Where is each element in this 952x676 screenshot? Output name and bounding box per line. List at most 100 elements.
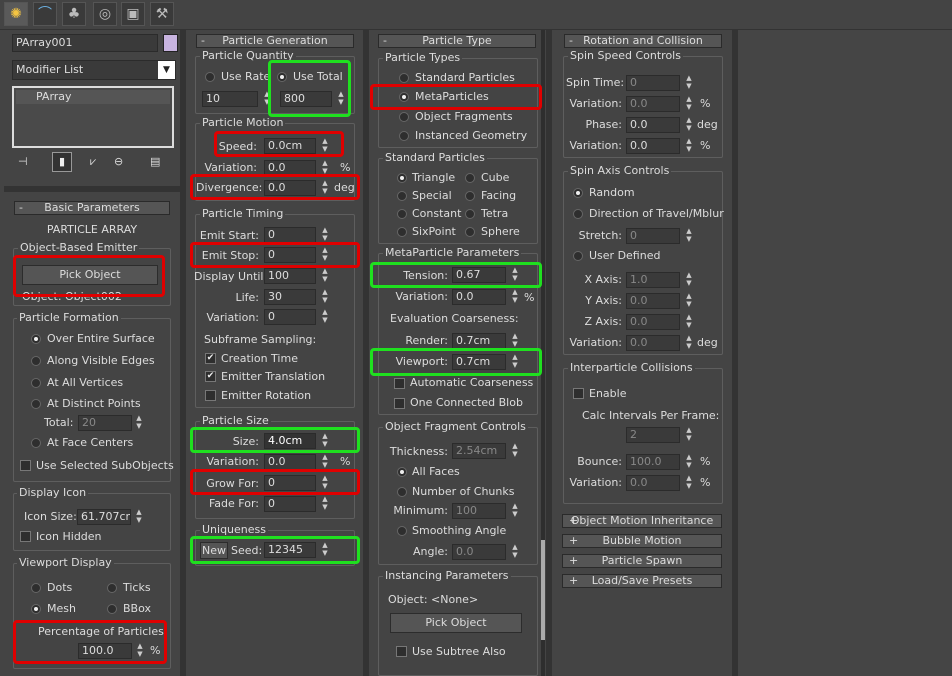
rate-field[interactable]: 10	[202, 91, 258, 107]
constant-radio[interactable]	[397, 209, 407, 219]
one-connected-blob-checkbox[interactable]	[394, 398, 405, 409]
all-faces-radio[interactable]	[397, 467, 407, 477]
calc-intervals-field[interactable]: 2	[626, 427, 680, 443]
object-fragments-radio[interactable]	[399, 112, 409, 122]
y-axis-spinner[interactable]: ▲ ▼	[684, 293, 694, 309]
motion-tab-icon[interactable]: ◎	[93, 2, 117, 26]
facing-radio[interactable]	[465, 191, 475, 201]
display-tab-icon[interactable]: ▣	[121, 2, 145, 26]
at-face-centers-radio[interactable]	[31, 438, 41, 448]
bubble-motion-rollout[interactable]: + Bubble Motion	[562, 534, 722, 548]
icon-size-field[interactable]: 61.707cm	[77, 509, 131, 525]
meta-variation-spinner[interactable]: ▲ ▼	[510, 289, 520, 305]
at-all-vertices-radio[interactable]	[31, 378, 41, 388]
utilities-hammer-icon[interactable]: ⚒	[150, 2, 174, 26]
bounce-spinner[interactable]: ▲ ▼	[684, 454, 694, 470]
bounce-variation-spinner[interactable]: ▲ ▼	[684, 475, 694, 491]
instance-pick-object-button[interactable]: Pick Object	[390, 613, 522, 633]
y-axis-field[interactable]: 0.0	[626, 293, 680, 309]
phase-field[interactable]: 0.0	[626, 117, 680, 133]
use-subtree-checkbox[interactable]	[396, 646, 407, 657]
phase-variation-spinner[interactable]: ▲ ▼	[684, 138, 694, 154]
fade-for-spinner[interactable]: ▲ ▼	[320, 496, 330, 512]
axis-variation-spinner[interactable]: ▲ ▼	[684, 335, 694, 351]
phase-spinner[interactable]: ▲ ▼	[684, 117, 694, 133]
modifier-list-dropdown[interactable]: Modifier List	[12, 60, 176, 80]
basic-parameters-rollout[interactable]: - Basic Parameters	[14, 201, 170, 215]
hierarchy-tab-icon[interactable]: ♣	[62, 2, 86, 26]
triangle-radio[interactable]	[397, 173, 407, 183]
dots-radio[interactable]	[31, 583, 41, 593]
thickness-field[interactable]: 2.54cm	[452, 443, 506, 459]
configure-sets-icon[interactable]: ▤	[150, 155, 160, 168]
cube-radio[interactable]	[465, 173, 475, 183]
number-of-chunks-radio[interactable]	[397, 487, 407, 497]
sphere-radio[interactable]	[465, 227, 475, 237]
minimum-spinner[interactable]: ▲ ▼	[510, 503, 520, 519]
spin-time-spinner[interactable]: ▲ ▼	[684, 75, 694, 91]
fade-for-field[interactable]: 0	[264, 496, 316, 512]
angle-spinner[interactable]: ▲ ▼	[510, 544, 520, 560]
smoothing-angle-radio[interactable]	[397, 526, 407, 536]
mesh-radio[interactable]	[31, 604, 41, 614]
object-motion-inheritance-rollout[interactable]: + Object Motion Inheritance	[562, 514, 722, 528]
particle-spawn-rollout[interactable]: + Particle Spawn	[562, 554, 722, 568]
icon-hidden-checkbox[interactable]	[20, 531, 31, 542]
life-spinner[interactable]: ▲ ▼	[320, 289, 330, 305]
calc-intervals-spinner[interactable]: ▲ ▼	[684, 427, 694, 443]
make-unique-icon[interactable]: ⩗	[90, 155, 96, 169]
load-save-presets-rollout[interactable]: + Load/Save Presets	[562, 574, 722, 588]
particle-type-rollout[interactable]: - Particle Type	[378, 34, 536, 48]
z-axis-spinner[interactable]: ▲ ▼	[684, 314, 694, 330]
life-field[interactable]: 30	[264, 289, 316, 305]
emit-start-field[interactable]: 0	[264, 227, 316, 243]
spin-variation-spinner[interactable]: ▲ ▼	[684, 96, 694, 112]
rotation-collision-rollout[interactable]: - Rotation and Collision	[564, 34, 722, 48]
creation-time-checkbox[interactable]: ✔	[205, 353, 216, 364]
emit-start-spinner[interactable]: ▲ ▼	[320, 227, 330, 243]
angle-field[interactable]: 0.0	[452, 544, 506, 560]
spin-time-field[interactable]: 0	[626, 75, 680, 91]
modifier-stack[interactable]: PArray	[12, 86, 174, 148]
size-variation-field[interactable]: 0.0	[264, 454, 316, 470]
render-spinner[interactable]: ▲ ▼	[510, 333, 520, 349]
meta-variation-field[interactable]: 0.0	[452, 289, 506, 305]
tetra-radio[interactable]	[465, 209, 475, 219]
z-axis-field[interactable]: 0.0	[626, 314, 680, 330]
chevron-down-icon[interactable]: ▼	[158, 61, 175, 79]
minimum-field[interactable]: 100	[452, 503, 506, 519]
use-rate-radio[interactable]	[205, 72, 215, 82]
life-variation-spinner[interactable]: ▲ ▼	[320, 309, 330, 325]
icon-size-spinner[interactable]: ▲ ▼	[134, 509, 144, 525]
object-name-field[interactable]: PArray001	[12, 34, 158, 52]
standard-particles-radio[interactable]	[399, 73, 409, 83]
special-radio[interactable]	[397, 191, 407, 201]
modify-tab-curve-icon[interactable]: ⌒	[33, 2, 57, 26]
random-radio[interactable]	[573, 188, 583, 198]
create-tab-sun-icon[interactable]: ✺	[4, 2, 28, 26]
bounce-field[interactable]: 100.0	[626, 454, 680, 470]
pin-stack-icon[interactable]: ⊣	[18, 155, 28, 168]
remove-modifier-icon[interactable]: ⊖	[114, 155, 123, 168]
stretch-field[interactable]: 0	[626, 228, 680, 244]
life-variation-field[interactable]: 0	[264, 309, 316, 325]
ticks-radio[interactable]	[107, 583, 117, 593]
x-axis-spinner[interactable]: ▲ ▼	[684, 272, 694, 288]
spin-variation-field[interactable]: 0.0	[626, 96, 680, 112]
bounce-variation-field[interactable]: 0.0	[626, 475, 680, 491]
along-visible-edges-radio[interactable]	[31, 356, 41, 366]
bbox-radio[interactable]	[107, 604, 117, 614]
automatic-coarseness-checkbox[interactable]	[394, 378, 405, 389]
x-axis-field[interactable]: 1.0	[626, 272, 680, 288]
enable-collisions-checkbox[interactable]	[573, 388, 584, 399]
stack-item[interactable]: PArray	[16, 90, 170, 104]
object-color-swatch[interactable]	[163, 34, 178, 52]
axis-variation-field[interactable]: 0.0	[626, 335, 680, 351]
sixpoint-radio[interactable]	[397, 227, 407, 237]
direction-of-travel-radio[interactable]	[573, 209, 583, 219]
stretch-spinner[interactable]: ▲ ▼	[684, 228, 694, 244]
particle-generation-rollout[interactable]: - Particle Generation	[196, 34, 354, 48]
render-field[interactable]: 0.7cm	[452, 333, 506, 349]
display-until-field[interactable]: 100	[264, 268, 316, 284]
size-variation-spinner[interactable]: ▲ ▼	[320, 454, 330, 470]
